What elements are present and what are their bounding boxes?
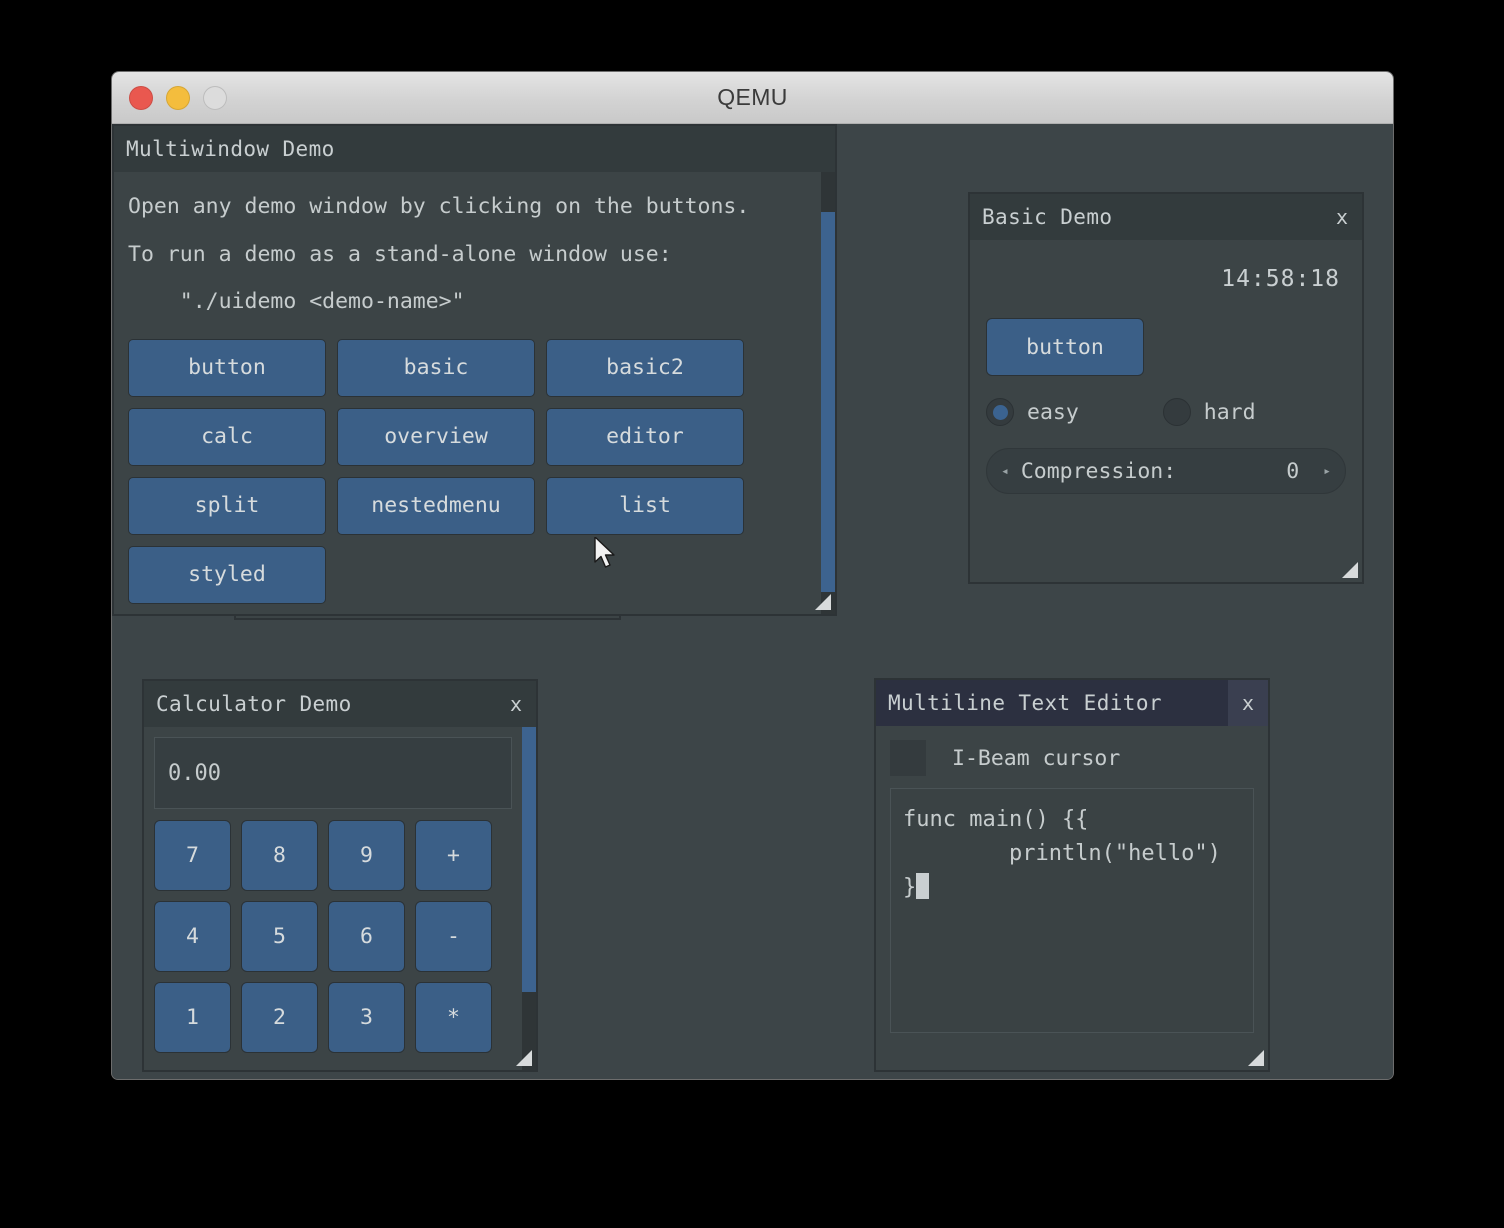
demo-button-button[interactable]: button [128, 338, 326, 397]
multiwindow-body: Open any demo window by clicking on the … [114, 172, 835, 614]
demo-button-overview[interactable]: overview [337, 407, 535, 466]
demo-button-basic[interactable]: basic [337, 338, 535, 397]
radio-option-hard[interactable]: hard [1162, 398, 1256, 426]
compression-property-slider[interactable]: ◂ Compression: 0 ▸ [986, 448, 1346, 494]
multiwindow-line-3: "./uidemo <demo-name>" [128, 289, 465, 314]
window-multiwindow-demo[interactable]: Multiwindow Demo Open any demo window by… [112, 124, 837, 616]
resize-grip-icon[interactable] [1342, 562, 1358, 578]
calc-key-1[interactable]: 1 [154, 982, 231, 1053]
close-icon[interactable]: x [496, 681, 536, 727]
calc-key-5[interactable]: 5 [241, 901, 318, 972]
calculator-title: Calculator Demo [156, 692, 352, 716]
traffic-lights [129, 85, 227, 110]
editor-header[interactable]: Multiline Text Editor x [876, 680, 1268, 726]
calc-key-6[interactable]: 6 [328, 901, 405, 972]
qemu-display-canvas[interactable]: Multiwindow Demo Open any demo window by… [112, 124, 1393, 1079]
compression-value: 0 [1286, 458, 1300, 484]
ibeam-cursor-row: I-Beam cursor [890, 740, 1254, 776]
close-icon[interactable]: x [1322, 194, 1362, 240]
basic-demo-button[interactable]: button [986, 318, 1144, 376]
calc-key-3[interactable]: 3 [328, 982, 405, 1053]
demo-button-calc[interactable]: calc [128, 407, 326, 466]
window-calculator-demo[interactable]: Calculator Demo x 0.00 7 8 9 + 4 5 6 - 1 [142, 679, 538, 1072]
radio-label-easy: easy [1027, 399, 1079, 425]
calc-key-plus[interactable]: + [415, 820, 492, 891]
demo-button-editor[interactable]: editor [546, 407, 744, 466]
calc-key-minus[interactable]: - [415, 901, 492, 972]
multiwindow-line-1: Open any demo window by clicking on the … [128, 194, 750, 219]
calc-key-2[interactable]: 2 [241, 982, 318, 1053]
chevron-right-icon[interactable]: ▸ [1323, 465, 1331, 478]
radio-option-easy[interactable]: easy [986, 398, 1079, 426]
calc-key-7[interactable]: 7 [154, 820, 231, 891]
editor-title: Multiline Text Editor [888, 691, 1162, 715]
compression-label: Compression: [1020, 458, 1177, 484]
window-basic-demo[interactable]: Basic Demo x 14:58:18 button easy hard ◂… [968, 192, 1364, 584]
window-multiline-text-editor[interactable]: Multiline Text Editor x I-Beam cursor fu… [874, 678, 1270, 1072]
calculator-vertical-scrollbar[interactable] [522, 727, 536, 1070]
calculator-keypad: 7 8 9 + 4 5 6 - 1 2 3 * [154, 820, 512, 1053]
ibeam-cursor-label: I-Beam cursor [952, 745, 1121, 771]
scrollbar-thumb[interactable] [821, 212, 835, 592]
close-icon[interactable]: x [1228, 680, 1268, 726]
close-window-button[interactable] [129, 85, 153, 110]
zoom-window-button[interactable] [203, 85, 227, 110]
scrollbar-thumb[interactable] [522, 727, 536, 992]
multiwindow-header[interactable]: Multiwindow Demo [114, 126, 835, 172]
editor-line-3: } [903, 871, 1241, 905]
editor-textarea[interactable]: func main() {{ println("hello") } [890, 788, 1254, 1033]
demo-button-list[interactable]: list [546, 476, 744, 535]
resize-grip-icon[interactable] [815, 594, 831, 610]
qemu-titlebar[interactable]: QEMU [112, 72, 1393, 124]
calculator-display: 0.00 [154, 737, 512, 809]
calc-key-8[interactable]: 8 [241, 820, 318, 891]
basic-demo-body: 14:58:18 button easy hard ◂ Compression:… [970, 240, 1362, 582]
radio-label-hard: hard [1203, 399, 1256, 425]
editor-line-2: println("hello") [903, 841, 1221, 867]
resize-grip-icon[interactable] [516, 1050, 532, 1066]
demo-button-grid: button basic basic2 calc overview editor… [128, 338, 745, 604]
clock-label: 14:58:18 [1221, 266, 1340, 292]
calculator-body: 0.00 7 8 9 + 4 5 6 - 1 2 3 * [144, 727, 536, 1070]
chevron-left-icon[interactable]: ◂ [1001, 465, 1009, 478]
calc-key-multiply[interactable]: * [415, 982, 492, 1053]
demo-button-split[interactable]: split [128, 476, 326, 535]
qemu-window: QEMU Multiwindow Demo Open any demo wind… [112, 72, 1393, 1079]
demo-button-basic2[interactable]: basic2 [546, 338, 744, 397]
basic-demo-header[interactable]: Basic Demo x [970, 194, 1362, 240]
calc-key-4[interactable]: 4 [154, 901, 231, 972]
editor-body: I-Beam cursor func main() {{ println("he… [876, 726, 1268, 1070]
radio-icon-hard[interactable] [1162, 398, 1191, 426]
demo-button-nestedmenu[interactable]: nestedmenu [337, 476, 535, 535]
text-caret [916, 873, 930, 900]
minimize-window-button[interactable] [166, 85, 190, 110]
multiwindow-title: Multiwindow Demo [126, 137, 335, 161]
resize-grip-icon[interactable] [1248, 1050, 1264, 1066]
editor-line-3-text: } [903, 875, 917, 901]
demo-button-styled[interactable]: styled [128, 545, 326, 604]
basic-demo-title: Basic Demo [982, 205, 1113, 229]
multiwindow-line-2: To run a demo as a stand-alone window us… [128, 241, 672, 267]
calculator-header[interactable]: Calculator Demo x [144, 681, 536, 727]
difficulty-radio-group: easy hard [986, 398, 1346, 426]
ibeam-cursor-icon [890, 740, 926, 776]
calc-key-9[interactable]: 9 [328, 820, 405, 891]
editor-line-1: func main() {{ [903, 807, 1089, 832]
screen: QEMU Multiwindow Demo Open any demo wind… [0, 0, 1504, 1228]
qemu-window-title: QEMU [717, 84, 788, 110]
multiwindow-vertical-scrollbar[interactable] [821, 172, 835, 614]
radio-icon-easy[interactable] [986, 398, 1014, 426]
